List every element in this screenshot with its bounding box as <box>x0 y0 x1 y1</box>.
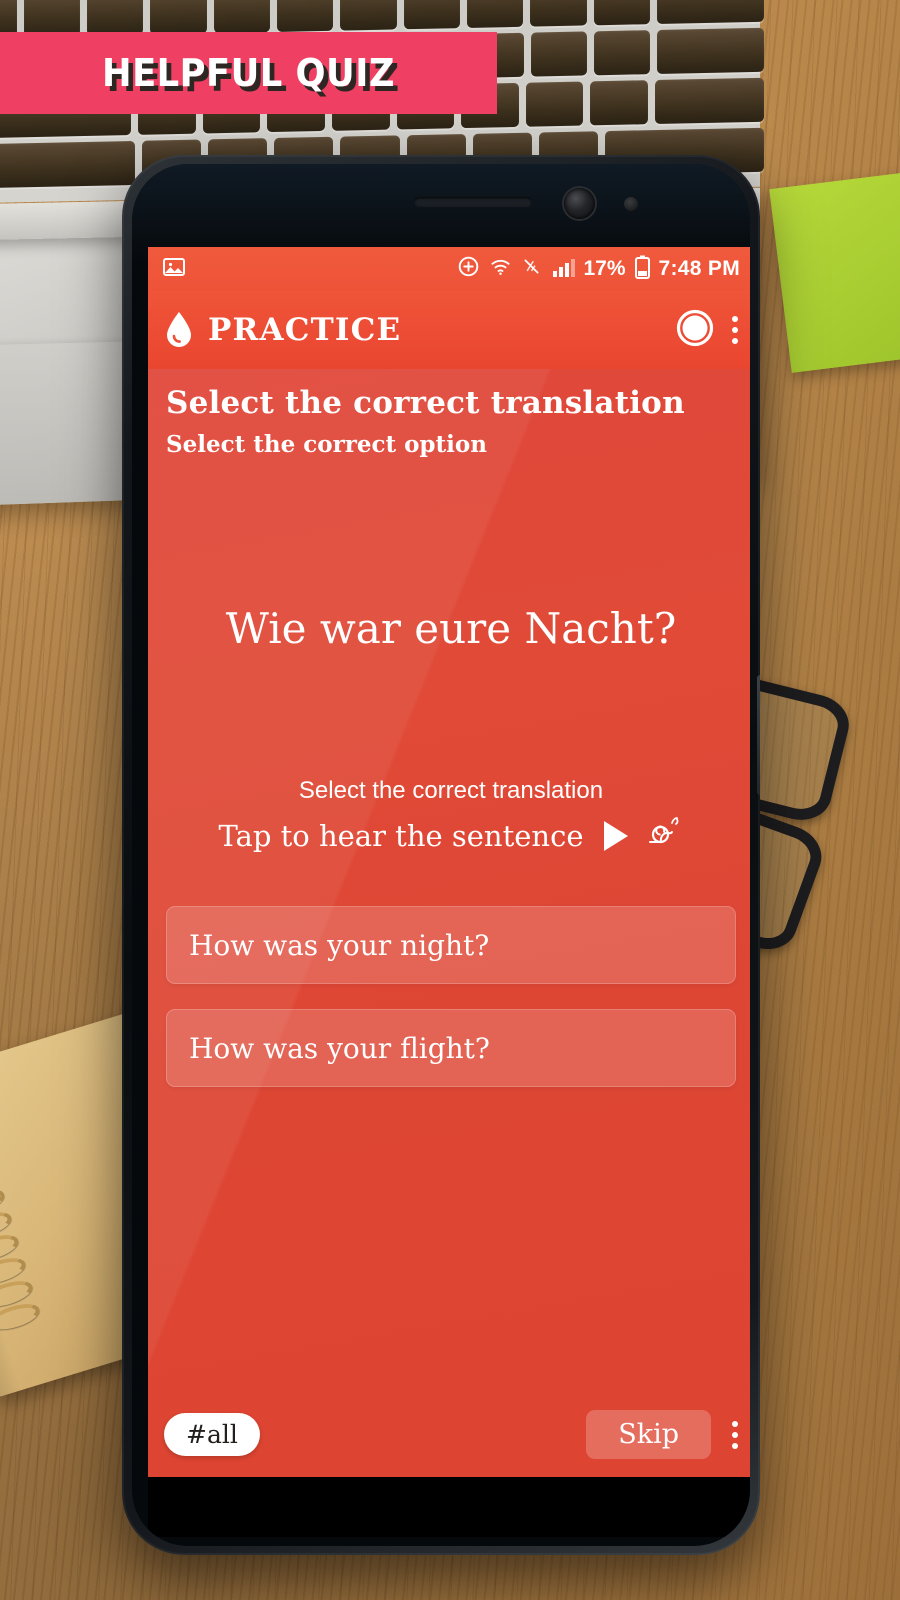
answer-options-list: How was your night? How was your flight? <box>148 906 750 1087</box>
pie-timer-icon[interactable] <box>675 308 715 353</box>
answer-option-label: How was your flight? <box>189 1031 490 1065</box>
battery-icon <box>634 255 650 284</box>
status-bar: 17% 7:48 PM <box>148 247 750 291</box>
app-bar: PRACTICE <box>148 291 750 369</box>
tap-to-hear-label: Tap to hear the sentence <box>218 818 584 853</box>
status-bar-clock: 7:48 PM <box>658 257 740 280</box>
front-camera <box>564 188 595 219</box>
snail-slow-icon[interactable] <box>648 817 684 854</box>
overflow-menu-icon[interactable] <box>731 1420 738 1449</box>
answer-option[interactable]: How was your night? <box>166 906 736 984</box>
answer-option-label: How was your night? <box>189 928 490 962</box>
overflow-menu-icon[interactable] <box>731 316 738 344</box>
app-bar-actions <box>675 308 738 353</box>
audio-playback-row[interactable]: Tap to hear the sentence <box>148 817 750 854</box>
promo-banner-text: HELPFUL QUIZ <box>102 51 395 95</box>
status-bar-right-cluster: 17% 7:48 PM <box>457 255 741 284</box>
green-sticky-note <box>769 172 900 373</box>
exercise-bottom-controls: #all Skip <box>148 1410 750 1459</box>
question-sentence: Wie war eure Nacht? <box>225 604 677 653</box>
phone-device-mockup: 17% 7:48 PM PRACTICE Select the correct … <box>122 155 760 1555</box>
practice-exercise-body: Select the correct translation Select th… <box>148 369 750 1477</box>
tag-filter-chip[interactable]: #all <box>164 1413 260 1456</box>
skip-button[interactable]: Skip <box>586 1410 711 1459</box>
exercise-instruction: Select the correct translation <box>298 777 604 804</box>
exercise-title: Select the correct translation <box>166 385 685 421</box>
wifi-icon <box>489 255 512 283</box>
answer-option[interactable]: How was your flight? <box>166 1009 736 1087</box>
phone-bottom-chin <box>148 1477 750 1537</box>
exercise-subtitle: Select the correct option <box>166 431 487 458</box>
earpiece-speaker <box>414 197 532 207</box>
water-drop-icon <box>164 311 194 349</box>
nfc-off-icon <box>521 256 542 282</box>
app-bar-title: PRACTICE <box>208 312 402 348</box>
play-icon[interactable] <box>603 820 628 851</box>
signal-bars-icon <box>551 256 575 283</box>
promo-banner: HELPFUL QUIZ <box>0 32 497 114</box>
battery-percentage: 17% <box>583 257 626 280</box>
proximity-sensor <box>624 197 638 211</box>
add-circle-icon <box>457 255 480 283</box>
image-icon <box>162 255 186 284</box>
phone-screen: 17% 7:48 PM PRACTICE Select the correct … <box>148 247 750 1477</box>
phone-bezel-inner: 17% 7:48 PM PRACTICE Select the correct … <box>132 164 750 1546</box>
phone-side-button <box>757 675 760 795</box>
